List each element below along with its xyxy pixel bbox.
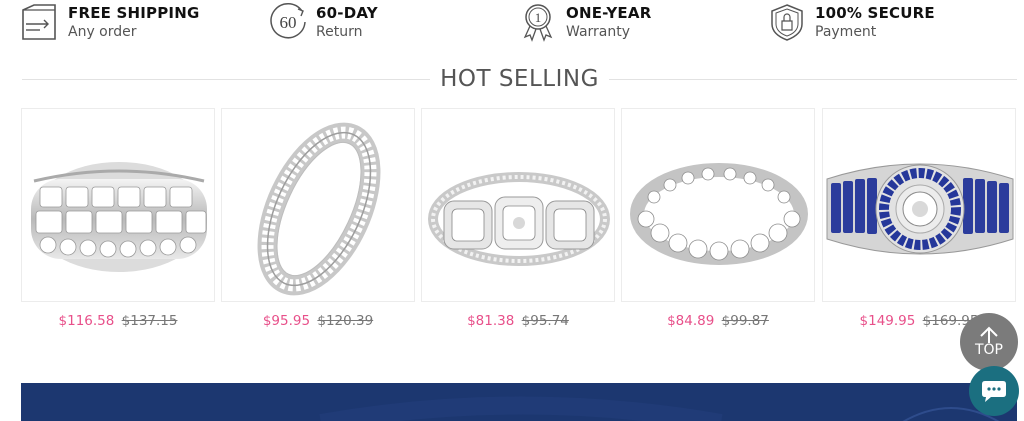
- sale-price: $116.58: [58, 313, 115, 329]
- warranty-medal-icon: 1: [523, 4, 553, 42]
- sale-price: $81.38: [467, 313, 515, 329]
- product-image[interactable]: [822, 108, 1016, 302]
- back-to-top-button[interactable]: TOP: [960, 313, 1018, 371]
- price-row: $116.58 $137.15: [21, 313, 215, 329]
- sale-price: $149.95: [859, 313, 916, 329]
- feature-title: FREE SHIPPING: [68, 4, 200, 22]
- price-row: $81.38 $95.74: [421, 313, 615, 329]
- chat-bubble-icon: [982, 381, 1006, 402]
- feature-subtitle: Return: [316, 24, 363, 40]
- feature-title: 100% SECURE: [815, 4, 935, 22]
- product-grid: $116.58 $137.15 $95.95 $120.39 $81.38 $9…: [21, 108, 1021, 338]
- product-image[interactable]: [621, 108, 815, 302]
- product-image[interactable]: [421, 108, 615, 302]
- feature-secure: 100% SECURE Payment: [767, 2, 935, 46]
- product-card[interactable]: $95.95 $120.39: [221, 108, 415, 329]
- feature-title: ONE-YEAR: [566, 4, 652, 22]
- section-title-text: HOT SELLING: [430, 66, 609, 92]
- section-header: HOT SELLING: [22, 66, 1017, 94]
- price-row: $95.95 $120.39: [221, 313, 415, 329]
- chat-button[interactable]: [969, 366, 1019, 416]
- product-card[interactable]: $84.89 $99.87: [621, 108, 815, 329]
- features-bar: FREE SHIPPING Any order 60 60-DAY Return…: [0, 0, 1024, 48]
- price-row: $84.89 $99.87: [621, 313, 815, 329]
- section-title: HOT SELLING: [22, 66, 1017, 92]
- product-card[interactable]: $116.58 $137.15: [21, 108, 215, 329]
- secure-shield-icon: [771, 4, 803, 41]
- feature-subtitle: Payment: [815, 24, 877, 40]
- product-card[interactable]: $81.38 $95.74: [421, 108, 615, 329]
- warranty-icon-text: 1: [535, 10, 542, 25]
- feature-free-shipping: FREE SHIPPING Any order: [20, 2, 199, 46]
- product-image[interactable]: [21, 108, 215, 302]
- sale-price: $84.89: [667, 313, 715, 329]
- sixty-day-return-icon: 60: [270, 2, 306, 39]
- original-price: $95.74: [521, 313, 569, 329]
- original-price: $137.15: [121, 313, 178, 329]
- sale-price: $95.95: [262, 313, 311, 329]
- feature-subtitle: Warranty: [566, 24, 631, 40]
- product-image[interactable]: [221, 108, 415, 302]
- original-price: $120.39: [317, 313, 374, 329]
- feature-warranty: 1 ONE-YEAR Warranty: [518, 2, 651, 46]
- product-card[interactable]: $149.95 $169.95: [822, 108, 1016, 329]
- original-price: $99.87: [721, 313, 769, 329]
- feature-subtitle: Any order: [68, 24, 137, 40]
- feature-title: 60-DAY: [316, 4, 378, 22]
- back-to-top-label: TOP: [974, 342, 1003, 358]
- return-icon-text: 60: [280, 13, 297, 32]
- promo-banner[interactable]: [21, 383, 1017, 421]
- truck-icon: [22, 4, 56, 40]
- feature-return: 60 60-DAY Return: [268, 2, 378, 46]
